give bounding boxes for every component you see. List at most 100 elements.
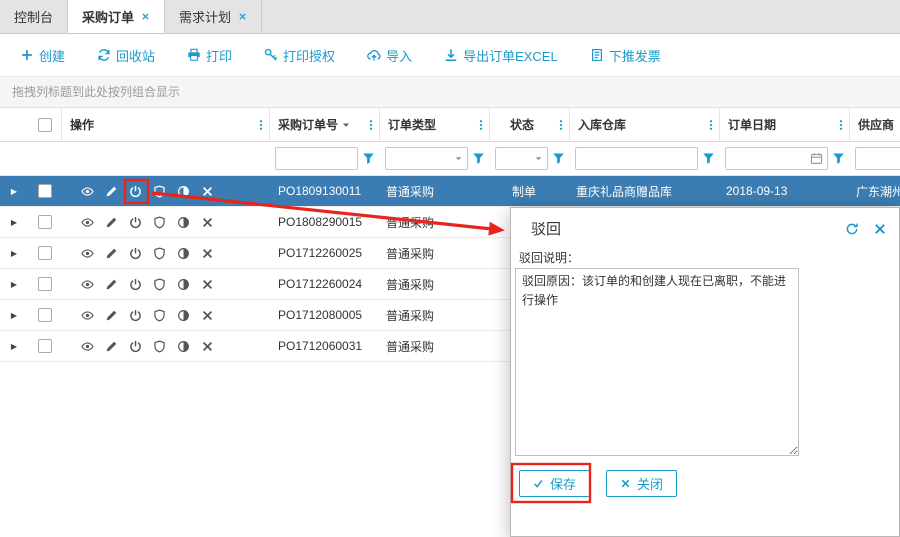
select-all-checkbox[interactable] [38,118,52,132]
export-excel-button[interactable]: 导出订单EXCEL [444,46,558,65]
reject-reason-textarea[interactable]: 驳回原因：该订单的和创建人现在已离职，不能进行操作 [515,268,799,456]
contrast-icon[interactable] [177,216,190,229]
reject-power-icon[interactable] [129,278,142,291]
delete-x-icon[interactable] [201,216,214,229]
view-icon[interactable] [81,340,94,353]
warehouse-filter-input[interactable] [575,147,698,170]
tab-demand-plan[interactable]: 需求计划 [165,0,262,33]
row-expand-icon[interactable]: ▶ [11,342,17,351]
po-number-filter-input[interactable] [275,147,358,170]
row-checkbox[interactable] [38,277,52,291]
x-icon [620,478,631,489]
push-invoice-button[interactable]: 下推发票 [590,46,661,65]
filter-cell-order-date [720,142,850,175]
view-icon[interactable] [81,185,94,198]
reject-power-icon[interactable] [129,216,142,229]
row-operations [62,216,270,229]
reject-power-icon[interactable] [129,309,142,322]
calendar-icon[interactable] [810,152,823,165]
tab-close-icon[interactable] [141,12,150,21]
reject-power-icon[interactable] [129,247,142,260]
contrast-icon[interactable] [177,340,190,353]
tab-label: 控制台 [14,7,53,26]
edit-icon[interactable] [105,247,118,260]
column-menu-icon[interactable] [705,118,717,132]
po-number: PO1712080005 [270,308,380,322]
order-date-filter-input[interactable] [725,147,828,170]
filter-funnel-icon[interactable] [362,152,375,165]
column-header-status[interactable]: 状态 [490,108,570,141]
tab-purchase-order[interactable]: 采购订单 [68,0,165,33]
filter-funnel-icon[interactable] [552,152,565,165]
create-button[interactable]: 创建 [20,46,65,65]
filter-funnel-icon[interactable] [472,152,485,165]
filter-funnel-icon[interactable] [702,152,715,165]
contrast-icon[interactable] [177,247,190,260]
order-type-filter-select[interactable] [385,147,468,170]
shield-icon[interactable] [153,247,166,260]
row-checkbox[interactable] [38,246,52,260]
row-expand-icon[interactable]: ▶ [11,311,17,320]
column-menu-icon[interactable] [835,118,847,132]
dialog-close-icon[interactable] [873,222,887,236]
row-checkbox[interactable] [38,215,52,229]
table-row[interactable]: ▶ PO1809130011 普通采购 制单 重庆礼品商赠品库 2018-09-… [0,176,900,207]
column-label: 供应商 [858,116,894,133]
edit-icon[interactable] [105,216,118,229]
print-button[interactable]: 打印 [187,46,232,65]
delete-x-icon[interactable] [201,340,214,353]
column-header-warehouse[interactable]: 入库仓库 [570,108,720,141]
print-auth-button[interactable]: 打印授权 [264,46,335,65]
edit-icon[interactable] [105,340,118,353]
recycle-bin-button[interactable]: 回收站 [97,46,155,65]
row-expand-icon[interactable]: ▶ [11,187,17,196]
supplier-filter-input[interactable] [855,147,900,170]
edit-icon[interactable] [105,185,118,198]
column-menu-icon[interactable] [365,118,377,132]
close-button[interactable]: 关闭 [606,470,677,497]
contrast-icon[interactable] [177,185,190,198]
tab-close-icon[interactable] [238,12,247,21]
column-header-order-date[interactable]: 订单日期 [720,108,850,141]
column-menu-icon[interactable] [555,118,567,132]
view-icon[interactable] [81,309,94,322]
shield-icon[interactable] [153,340,166,353]
contrast-icon[interactable] [177,278,190,291]
column-menu-icon[interactable] [255,118,267,132]
import-button[interactable]: 导入 [367,46,412,65]
reject-power-icon[interactable] [129,340,142,353]
column-header-supplier[interactable]: 供应商 [850,108,900,141]
row-checkbox[interactable] [38,339,52,353]
reject-power-icon[interactable] [129,185,142,198]
delete-x-icon[interactable] [201,185,214,198]
refresh-icon[interactable] [845,222,859,236]
view-icon[interactable] [81,216,94,229]
row-expand-icon[interactable]: ▶ [11,280,17,289]
edit-icon[interactable] [105,278,118,291]
shield-icon[interactable] [153,278,166,291]
row-expand-icon[interactable]: ▶ [11,249,17,258]
shield-icon[interactable] [153,185,166,198]
filter-funnel-icon[interactable] [832,152,845,165]
column-menu-icon[interactable] [475,118,487,132]
shield-icon[interactable] [153,216,166,229]
column-header-order-type[interactable]: 订单类型 [380,108,490,141]
row-expand-icon[interactable]: ▶ [11,218,17,227]
column-header-po-number[interactable]: 采购订单号 [270,108,380,141]
view-icon[interactable] [81,247,94,260]
check-icon [533,478,544,489]
tab-console[interactable]: 控制台 [0,0,68,33]
edit-icon[interactable] [105,309,118,322]
shield-icon[interactable] [153,309,166,322]
save-button[interactable]: 保存 [519,470,590,497]
status-filter-select[interactable] [495,147,548,170]
order-type: 普通采购 [380,214,490,231]
delete-x-icon[interactable] [201,309,214,322]
contrast-icon[interactable] [177,309,190,322]
column-header-operations[interactable]: 操作 [62,108,270,141]
delete-x-icon[interactable] [201,278,214,291]
view-icon[interactable] [81,278,94,291]
row-checkbox[interactable] [38,184,52,198]
row-checkbox[interactable] [38,308,52,322]
delete-x-icon[interactable] [201,247,214,260]
